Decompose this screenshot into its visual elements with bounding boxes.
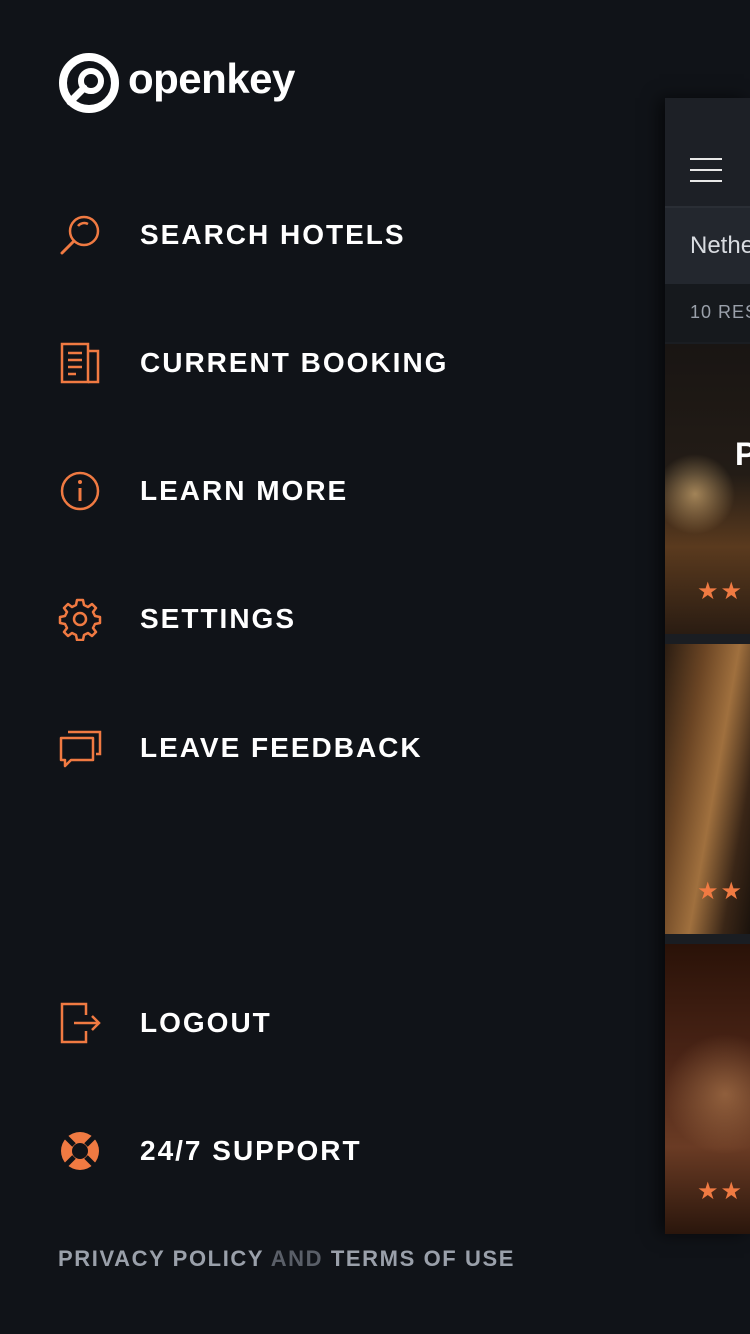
- info-icon: [58, 469, 102, 513]
- background-header: [665, 98, 750, 208]
- background-search-text: Nethe: [690, 232, 750, 259]
- menu-item-label: 24/7 SUPPORT: [140, 1135, 362, 1166]
- gear-icon: [58, 597, 102, 641]
- and-text: AND: [270, 1246, 324, 1271]
- background-results-text: 10 RES: [690, 302, 750, 322]
- menu-item-leave-feedback[interactable]: LEAVE FEEDBACK: [58, 716, 618, 780]
- privacy-policy-link[interactable]: PRIVACY POLICY: [58, 1246, 264, 1271]
- background-hotel-list-screen[interactable]: Nethe 10 RES P ★ ★ ★ ★ ★ ★: [665, 98, 750, 1234]
- hotel-card[interactable]: P ★ ★: [665, 344, 750, 634]
- menu-item-current-booking[interactable]: CURRENT BOOKING: [58, 331, 618, 395]
- openkey-logo: openkey: [58, 52, 295, 114]
- booking-document-icon: [58, 341, 102, 385]
- menu-item-support[interactable]: 24/7 SUPPORT: [58, 1119, 618, 1183]
- lifebuoy-icon: [58, 1129, 102, 1173]
- hotel-card[interactable]: ★ ★: [665, 644, 750, 934]
- hotel-card[interactable]: ★ ★: [665, 944, 750, 1234]
- star-rating: ★ ★: [697, 580, 742, 604]
- star-icon: ★: [720, 578, 743, 605]
- menu-item-settings[interactable]: SETTINGS: [58, 587, 618, 651]
- side-menu-screen: openkey SEARCH HOTELS CURRENT BOOKING LE…: [0, 0, 750, 1334]
- star-icon: ★: [697, 578, 719, 605]
- menu-item-label: SEARCH HOTELS: [140, 219, 406, 250]
- star-rating: ★ ★: [697, 1180, 742, 1204]
- menu-item-logout[interactable]: LOGOUT: [58, 991, 618, 1055]
- star-icon: ★: [720, 878, 743, 905]
- star-rating: ★ ★: [697, 880, 742, 904]
- openkey-logo-icon: [59, 53, 119, 113]
- background-results-count: 10 RES: [665, 284, 750, 342]
- star-icon: ★: [697, 1178, 719, 1205]
- chat-bubbles-icon: [58, 726, 102, 770]
- menu-item-label: LOGOUT: [140, 1007, 272, 1038]
- legal-links: PRIVACY POLICY AND TERMS OF USE: [58, 1246, 515, 1272]
- brand-name: openkey: [128, 55, 295, 102]
- menu-item-label: LEARN MORE: [140, 475, 349, 506]
- star-icon: ★: [697, 878, 719, 905]
- hamburger-menu-icon[interactable]: [690, 158, 722, 182]
- menu-item-label: LEAVE FEEDBACK: [140, 732, 423, 763]
- search-icon: [58, 213, 102, 257]
- menu-item-label: CURRENT BOOKING: [140, 347, 449, 378]
- hotel-card-title: P: [735, 436, 750, 472]
- logout-icon: [58, 1001, 102, 1045]
- background-search-field[interactable]: Nethe: [665, 208, 750, 284]
- menu-item-search-hotels[interactable]: SEARCH HOTELS: [58, 203, 618, 267]
- menu-item-label: SETTINGS: [140, 603, 297, 634]
- terms-of-use-link[interactable]: TERMS OF USE: [331, 1246, 515, 1271]
- star-icon: ★: [720, 1178, 743, 1205]
- menu-item-learn-more[interactable]: LEARN MORE: [58, 459, 618, 523]
